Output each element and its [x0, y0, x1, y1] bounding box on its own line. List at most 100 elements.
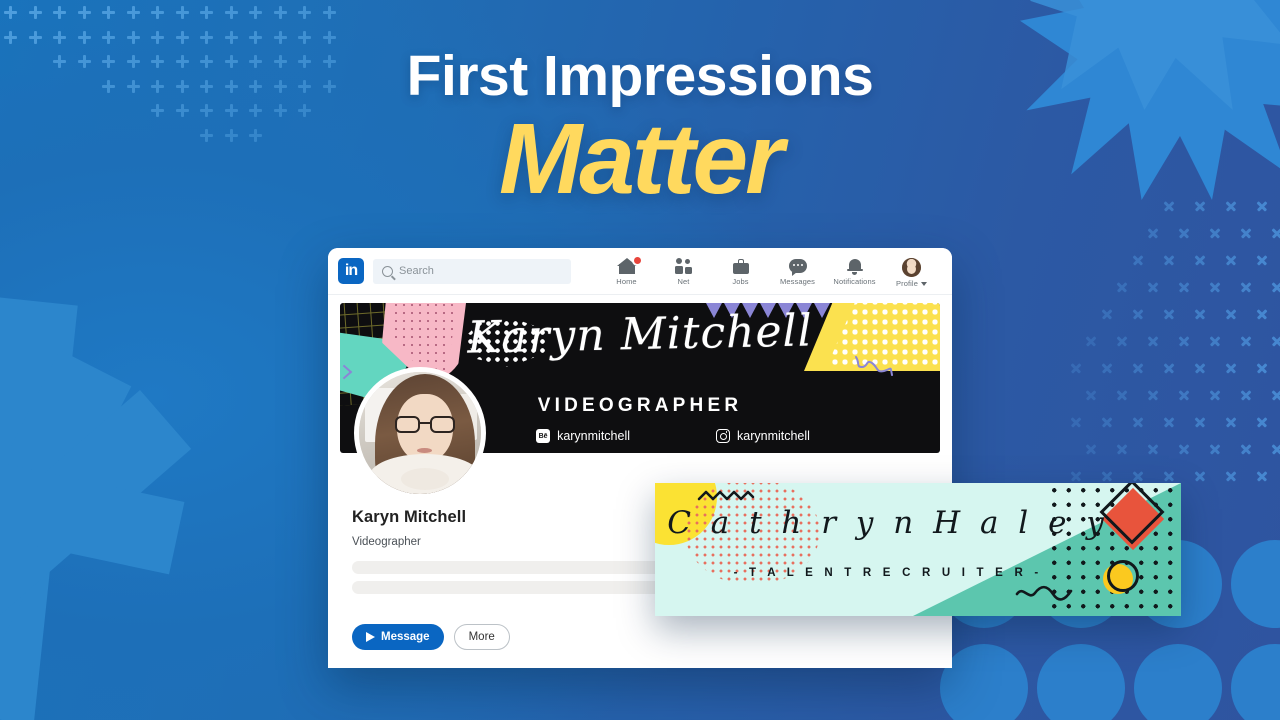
social-behance[interactable]: Bē karynmitchell — [536, 429, 630, 443]
decor-x — [1163, 200, 1175, 212]
decor-plus — [200, 30, 213, 44]
decor-plus — [249, 128, 262, 142]
decor-x — [1178, 227, 1190, 239]
decor-x — [1209, 227, 1221, 239]
decor-x — [1101, 470, 1113, 482]
decor-plus — [77, 30, 91, 44]
decor-x — [1116, 281, 1128, 293]
decor-x — [1085, 335, 1097, 347]
decor-plus — [249, 104, 262, 117]
decor-x — [1240, 335, 1252, 347]
decor-plus — [102, 6, 115, 19]
decor-plus — [249, 55, 262, 68]
social-handle: karynmitchell — [557, 429, 630, 443]
decor-x — [1271, 443, 1280, 455]
decor-plus — [28, 30, 42, 44]
nav-item-messages[interactable]: Messages — [769, 255, 826, 286]
nav-label: Messages — [780, 276, 815, 286]
decor-x — [1240, 281, 1252, 293]
decor-plus — [151, 55, 164, 68]
decor-x — [1070, 362, 1082, 374]
linkedin-logo-icon[interactable]: in — [338, 258, 364, 284]
nav-label: Jobs — [732, 276, 749, 286]
decor-x — [1132, 416, 1144, 428]
decor-x — [1147, 281, 1159, 293]
decor-plus — [175, 6, 189, 19]
decor-x — [1240, 389, 1252, 401]
briefcase-icon — [732, 258, 750, 275]
decor-x — [1194, 254, 1206, 266]
nav-item-notifications[interactable]: Notifications — [826, 255, 883, 286]
decor-plus — [273, 30, 287, 44]
decor-x-pattern — [1070, 200, 1280, 520]
decor-x — [1101, 362, 1113, 374]
decor-x — [1240, 443, 1252, 455]
decor-x — [1163, 308, 1175, 320]
decor-x — [1101, 308, 1113, 320]
nav-item-jobs[interactable]: Jobs — [712, 255, 769, 286]
decor-x — [1085, 443, 1097, 455]
decor-plus — [224, 104, 238, 117]
nav-item-profile[interactable]: Profile — [883, 255, 940, 288]
profile-avatar[interactable] — [354, 367, 486, 499]
decor-x — [1147, 389, 1159, 401]
decor-plus — [224, 55, 238, 68]
decor-x — [1194, 362, 1206, 374]
decor-plus — [4, 6, 17, 19]
decor-plus — [175, 104, 189, 117]
decor-plus — [28, 6, 42, 19]
decor-x — [1256, 470, 1268, 482]
behance-icon: Bē — [536, 429, 551, 443]
decor-x — [1194, 416, 1206, 428]
decor-x — [1147, 335, 1159, 347]
decor-plus — [102, 30, 115, 44]
nav-label: Home — [616, 276, 637, 286]
decor-plus — [102, 55, 115, 68]
decor-x — [1147, 443, 1159, 455]
nav-item-net[interactable]: Net — [655, 255, 712, 286]
decor-plus — [175, 30, 189, 44]
decor-plus — [224, 128, 238, 142]
decor-plus — [53, 30, 66, 44]
decor-plus — [200, 6, 213, 19]
decor-x — [1240, 227, 1252, 239]
more-button[interactable]: More — [453, 624, 510, 650]
decor-x — [1132, 470, 1144, 482]
nav-label: Profile — [896, 279, 927, 288]
decor-plus — [53, 6, 66, 19]
decor-x — [1271, 281, 1280, 293]
cathryn-banner-card[interactable]: C a t h r y n H a l e y - T A L E N T R … — [655, 483, 1181, 616]
search-input[interactable]: Search — [373, 258, 571, 284]
decor-x — [1209, 389, 1221, 401]
decor-x — [1132, 308, 1144, 320]
instagram-icon — [716, 429, 730, 443]
social-instagram[interactable]: karynmitchell — [716, 429, 810, 443]
linkedin-navbar: in Search Home Net Jobs Messages Notific… — [328, 248, 952, 295]
decor-plus — [322, 79, 336, 93]
decor-plus — [126, 79, 140, 93]
cathryn-name: C a t h r y n H a l e y — [667, 505, 1109, 541]
decor-plus — [175, 79, 189, 93]
decor-x — [1132, 254, 1144, 266]
more-button-label: More — [468, 631, 495, 643]
decor-plus — [151, 6, 164, 19]
decor-x — [1256, 362, 1268, 374]
decor-x — [1163, 362, 1175, 374]
message-button-label: Message — [381, 631, 430, 643]
decor-x — [1256, 308, 1268, 320]
decor-plus — [151, 104, 164, 117]
decor-x — [1116, 389, 1128, 401]
decor-plus — [126, 55, 140, 68]
decor-plus — [298, 6, 311, 19]
nav-item-home[interactable]: Home — [598, 254, 655, 286]
decor-x — [1163, 416, 1175, 428]
decor-plus — [224, 6, 238, 19]
decor-x — [1225, 362, 1237, 374]
decor-x — [1271, 335, 1280, 347]
decor-plus — [249, 30, 262, 44]
decor-x — [1209, 281, 1221, 293]
decor-x — [1070, 470, 1082, 482]
decor-wave-icon — [1015, 585, 1073, 601]
decor-x — [1256, 416, 1268, 428]
message-button[interactable]: Message — [352, 624, 444, 650]
